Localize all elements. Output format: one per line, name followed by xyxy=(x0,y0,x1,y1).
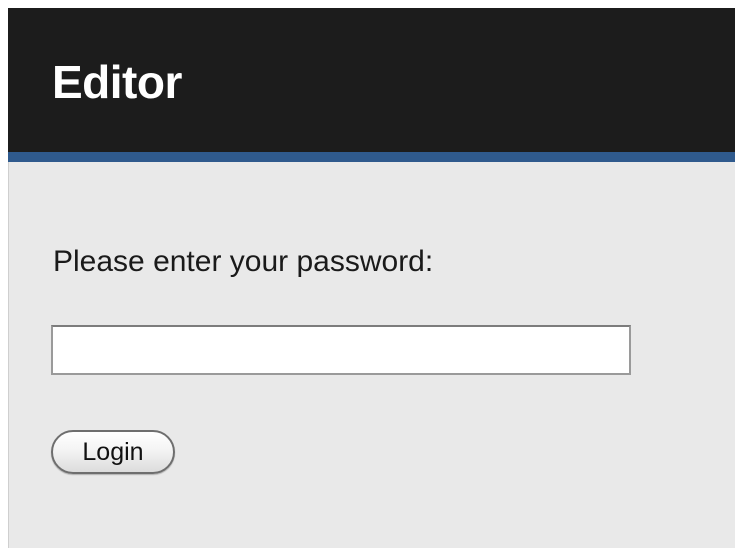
page: Editor Please enter your password: Login xyxy=(0,0,735,548)
login-button[interactable]: Login xyxy=(51,430,175,474)
page-title: Editor xyxy=(52,56,182,108)
header-bar: Editor xyxy=(8,8,735,152)
password-input[interactable] xyxy=(51,325,631,375)
login-panel: Please enter your password: Login xyxy=(8,162,735,548)
password-prompt-label: Please enter your password: xyxy=(53,245,434,278)
header-accent-stripe xyxy=(8,152,735,162)
